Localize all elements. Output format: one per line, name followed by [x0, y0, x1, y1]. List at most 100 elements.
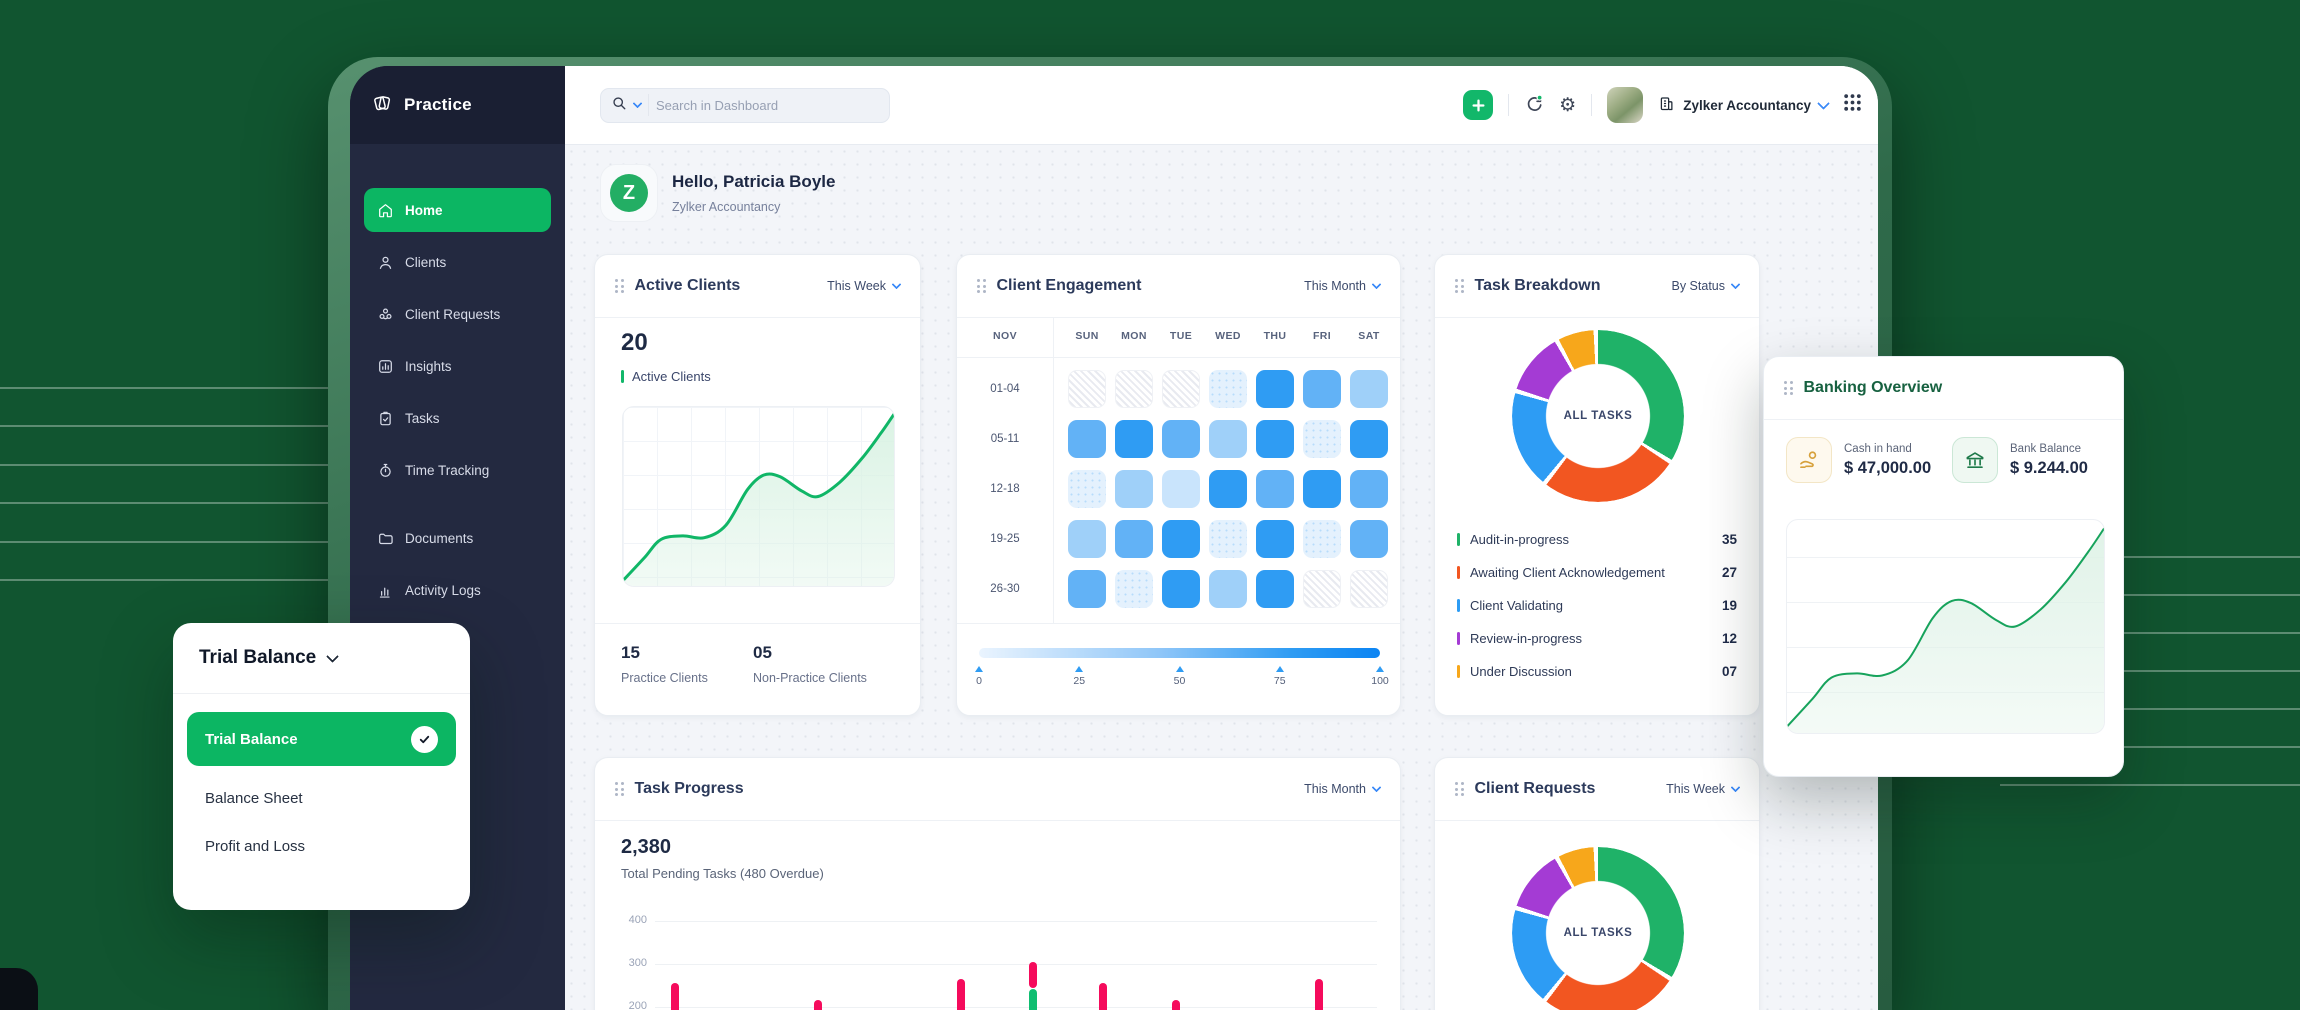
heatmap-day-label: WED — [1215, 330, 1241, 342]
pending-tasks-count: 2,380 — [621, 836, 671, 859]
sidebar-item-label: Activity Logs — [405, 583, 481, 598]
org-building-icon — [1658, 95, 1675, 115]
non-practice-clients-label: Non-Practice Clients — [753, 671, 867, 685]
legend-tick — [1457, 599, 1460, 612]
heatmap-cell — [1162, 570, 1200, 608]
heatmap-cell — [1256, 470, 1294, 508]
sidebar-item-insights[interactable]: Insights — [364, 344, 551, 388]
drag-handle-icon[interactable] — [1784, 381, 1793, 395]
sidebar-item-label: Documents — [405, 531, 473, 546]
sidebar-item-home[interactable]: Home — [364, 188, 551, 232]
drag-handle-icon[interactable] — [1455, 279, 1464, 293]
insights-icon — [377, 358, 394, 375]
legend-value: 07 — [1722, 664, 1737, 679]
scale-tick-label: 0 — [962, 675, 996, 687]
report-option-balance-sheet[interactable]: Balance Sheet — [187, 774, 456, 822]
heatmap-cell — [1350, 520, 1388, 558]
range-dropdown[interactable]: This Week — [827, 279, 900, 293]
practice-clients-label: Practice Clients — [621, 671, 708, 685]
heatmap-cell — [1162, 470, 1200, 508]
scale-tick-label: 75 — [1263, 675, 1297, 687]
heatmap-cell — [1256, 420, 1294, 458]
card-title: Banking Overview — [1804, 379, 1943, 397]
task-bar — [671, 983, 679, 1010]
range-dropdown[interactable]: By Status — [1672, 279, 1740, 293]
topbar: Search in Dashboard — [565, 66, 1878, 145]
drag-handle-icon[interactable] — [615, 782, 624, 796]
bank-icon — [1952, 437, 1998, 483]
heatmap-cell — [1068, 570, 1106, 608]
drag-handle-icon[interactable] — [1455, 782, 1464, 796]
sidebar-item-clients[interactable]: Clients — [364, 240, 551, 284]
range-dropdown[interactable]: This Month — [1304, 782, 1380, 796]
cash-label: Cash in hand — [1844, 443, 1931, 455]
heatmap-cell — [1350, 370, 1388, 408]
sidebar-item-label: Clients — [405, 255, 446, 270]
time-tracking-icon — [377, 462, 394, 479]
report-option-profit-and-loss[interactable]: Profit and Loss — [187, 822, 456, 870]
heatmap-cell — [1209, 470, 1247, 508]
search-input[interactable]: Search in Dashboard — [600, 88, 890, 123]
sidebar-item-time-tracking[interactable]: Time Tracking — [364, 448, 551, 492]
sidebar-item-activity-logs[interactable]: Activity Logs — [364, 568, 551, 612]
legend-label: Awaiting Client Acknowledgement — [1470, 565, 1665, 580]
gridline — [655, 1007, 1377, 1008]
documents-icon — [377, 530, 394, 547]
banking-chart — [1786, 519, 2105, 734]
heatmap-week-label: 12-18 — [990, 483, 1019, 495]
range-dropdown[interactable]: This Week — [1666, 782, 1739, 796]
heatmap-cell — [1162, 520, 1200, 558]
heatmap-cell — [1068, 370, 1106, 408]
sidebar-item-label: Client Requests — [405, 307, 500, 322]
heatmap-cell — [1256, 570, 1294, 608]
selected-check-icon — [411, 726, 438, 753]
legend-tick — [621, 370, 624, 383]
heatmap-cell — [1068, 420, 1106, 458]
client-requests-donut: ALL TASKS — [1512, 847, 1684, 1010]
y-axis-label: 200 — [611, 1000, 647, 1010]
user-avatar[interactable] — [1607, 87, 1643, 123]
report-option-trial-balance[interactable]: Trial Balance — [187, 712, 456, 766]
chevron-down-icon — [326, 650, 339, 663]
bank-label: Bank Balance — [2010, 443, 2088, 455]
heatmap-day-label: TUE — [1170, 330, 1192, 342]
practice-clients-value: 15 — [621, 643, 640, 663]
task-bar — [1172, 1000, 1180, 1010]
cash-icon — [1786, 437, 1832, 483]
app-launcher-icon[interactable] — [1843, 93, 1862, 117]
popup-header[interactable]: Trial Balance — [173, 623, 470, 694]
card-title: Active Clients — [635, 277, 741, 295]
task-bar — [1315, 979, 1323, 1010]
cash-value: $ 47,000.00 — [1844, 459, 1931, 478]
add-new-button[interactable] — [1463, 90, 1493, 120]
heatmap-cell — [1350, 420, 1388, 458]
search-scope-chevron-icon[interactable] — [633, 98, 643, 108]
sidebar-item-documents[interactable]: Documents — [364, 516, 551, 560]
sidebar-item-client-requests[interactable]: Client Requests — [364, 292, 551, 336]
task-breakdown-card: Task Breakdown By Status ALL TASKS Audit… — [1434, 254, 1760, 716]
sidebar-item-label: Time Tracking — [405, 463, 489, 478]
task-bar — [814, 1000, 822, 1010]
brand: Practice — [350, 66, 565, 144]
heatmap-cell — [1209, 370, 1247, 408]
scale-tick-icon — [1176, 666, 1184, 672]
active-clients-card: Active Clients This Week 20 Active Clien… — [594, 254, 921, 716]
card-title: Task Progress — [635, 780, 744, 798]
active-clients-chart — [622, 406, 895, 587]
sidebar-item-label: Home — [405, 203, 443, 218]
sidebar-item-tasks[interactable]: Tasks — [364, 396, 551, 440]
client-requests-card: Client Requests This Week ALL TASKS — [1434, 757, 1760, 1010]
heatmap-day-label: THU — [1264, 330, 1287, 342]
heatmap-header-divider — [957, 357, 1400, 358]
org-chevron-icon — [1817, 97, 1830, 110]
org-switcher[interactable]: Zylker Accountancy — [1658, 95, 1828, 115]
drag-handle-icon[interactable] — [615, 279, 624, 293]
task-bar — [957, 979, 965, 1010]
task-progress-plot: 400300200 — [655, 908, 1377, 1010]
refresh-icon[interactable] — [1524, 93, 1544, 118]
settings-gear-icon[interactable]: ⚙ — [1559, 96, 1576, 115]
banking-overview-card: Banking Overview Cash in hand $ 47,000.0… — [1763, 356, 2124, 777]
sidebar-item-label: Tasks — [405, 411, 440, 426]
heatmap-cell — [1256, 520, 1294, 558]
topbar-actions: ⚙ Zylker Accountancy — [1463, 87, 1862, 123]
